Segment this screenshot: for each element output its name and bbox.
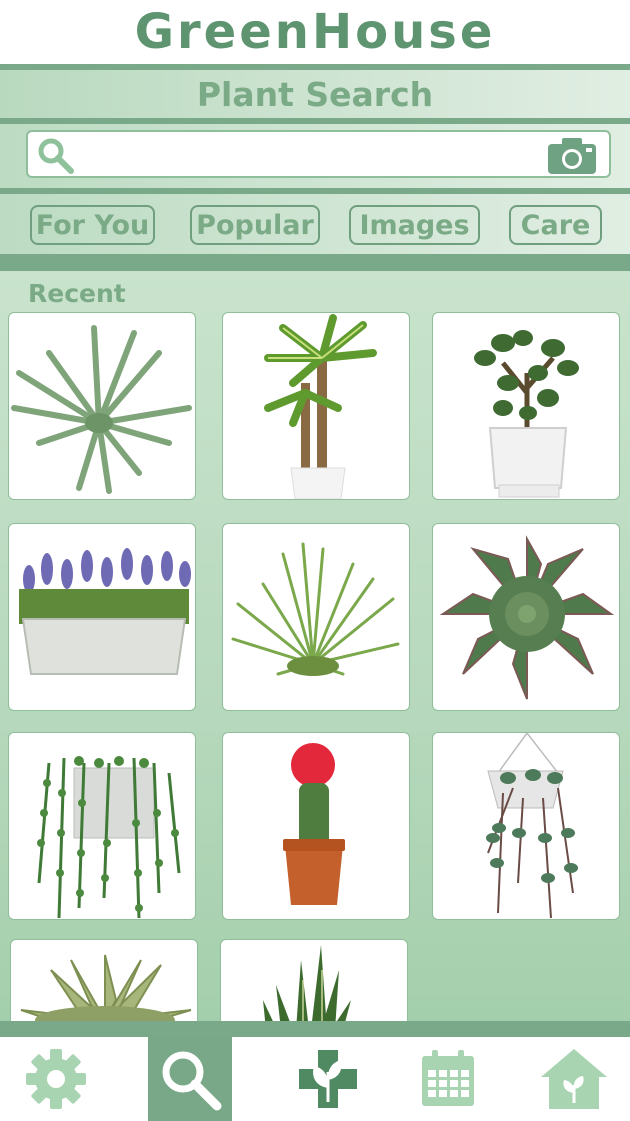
plant-tile-moon-cactus[interactable] [222,732,410,920]
plant-tile-string-of-hearts[interactable] [432,732,620,920]
lavender-planter-image [19,548,191,675]
app-logo: GreenHouse [134,4,496,60]
camera-icon[interactable] [546,136,598,176]
plant-tile-air-plant[interactable] [8,312,196,500]
calendar-icon [422,1050,474,1106]
tab-for-you[interactable]: For You [30,205,155,245]
plant-tile-tillandsia[interactable] [222,523,410,711]
moon-cactus-image [283,743,345,905]
search-icon [38,138,74,174]
air-plant-image [11,325,192,494]
recent-section: Recent [0,271,630,1021]
bottom-nav [0,1037,630,1121]
string-of-hearts-image [486,733,578,919]
search-icon [162,1051,222,1111]
search-area [0,124,630,188]
nav-plant-care[interactable] [286,1037,370,1121]
string-of-pearls-image [37,756,181,919]
plant-tile-jade[interactable] [432,312,620,500]
tab-care[interactable]: Care [509,205,602,245]
tab-label: For You [35,209,150,241]
title-bar: Plant Search [0,70,630,118]
tab-label: Care [520,209,591,241]
plant-tile-succulent[interactable] [10,939,198,1021]
search-box [26,130,611,178]
app-header: GreenHouse [0,0,630,64]
plant-cross-icon [299,1050,357,1108]
nav-greenhouse[interactable] [532,1037,616,1121]
nav-search[interactable] [148,1037,232,1121]
house-plant-icon [541,1049,607,1109]
plant-tile-string-of-pearls[interactable] [8,732,196,920]
tillandsia-image [231,542,400,676]
tab-label: Popular [196,209,314,241]
gear-icon [26,1049,86,1109]
tab-label: Images [359,209,470,241]
plant-tile-lavender[interactable] [8,523,196,711]
plant-tile-snake-plant[interactable] [220,939,408,1021]
plant-tile-dracaena[interactable] [222,312,410,500]
tab-bar: For You Popular Images Care [0,194,630,254]
tab-images[interactable]: Images [349,205,480,245]
page-title: Plant Search [196,74,434,114]
plant-tile-echeveria[interactable] [432,523,620,711]
nav-settings[interactable] [14,1037,98,1121]
jade-plant-image [474,330,579,498]
nav-divider [0,1021,630,1037]
nav-calendar[interactable] [406,1037,490,1121]
snake-plant-image [263,945,351,1021]
search-input[interactable] [86,138,540,172]
echeveria-image [439,535,615,700]
dracaena-image [264,314,377,499]
tabs-divider [0,254,630,271]
section-title: Recent [28,279,126,308]
tab-popular[interactable]: Popular [190,205,320,245]
succulent-image [20,954,192,1021]
